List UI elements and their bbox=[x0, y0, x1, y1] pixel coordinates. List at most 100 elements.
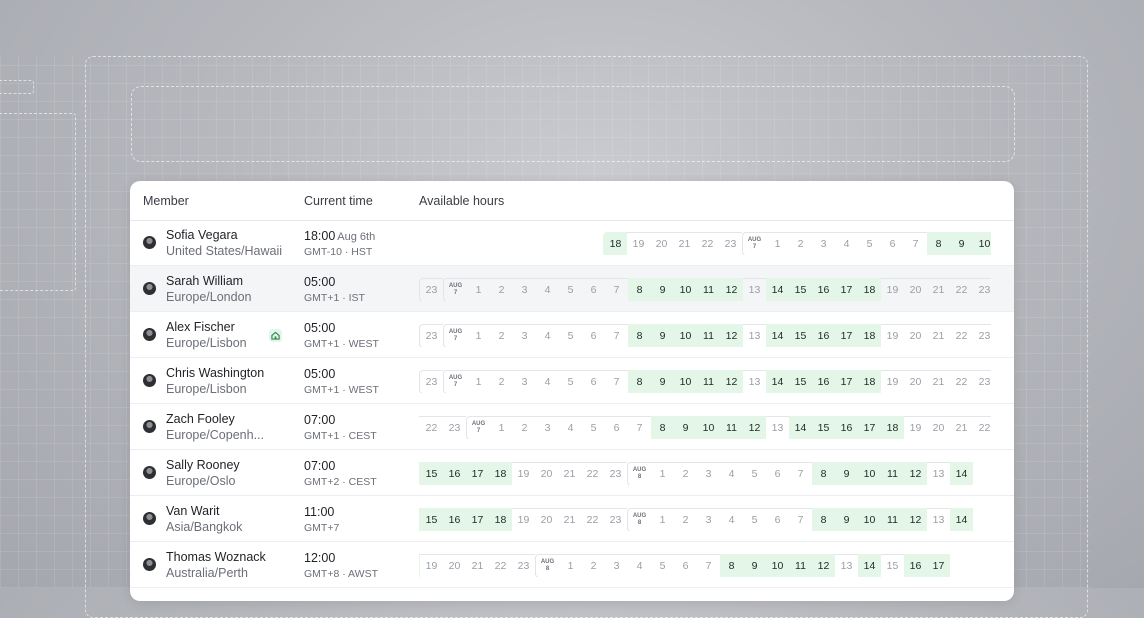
hour-slot[interactable]: 21 bbox=[927, 370, 950, 393]
hour-slot[interactable]: 6 bbox=[766, 462, 789, 485]
hour-slot[interactable]: 15 bbox=[881, 554, 904, 577]
hour-slot[interactable]: 19 bbox=[881, 278, 904, 301]
hour-slot[interactable]: 2 bbox=[490, 370, 513, 393]
hour-slot[interactable]: 12 bbox=[812, 554, 835, 577]
hour-slot[interactable]: 19 bbox=[881, 324, 904, 347]
hour-slot[interactable]: 5 bbox=[743, 462, 766, 485]
hour-slot[interactable]: 14 bbox=[766, 370, 789, 393]
hour-slot[interactable]: 7 bbox=[904, 232, 927, 255]
hour-slot[interactable]: 11 bbox=[789, 554, 812, 577]
hour-slot[interactable]: 20 bbox=[443, 554, 466, 577]
hour-slot[interactable]: 14 bbox=[858, 554, 881, 577]
hour-slot[interactable]: 6 bbox=[582, 324, 605, 347]
hour-slot[interactable]: 2 bbox=[674, 462, 697, 485]
hour-slot[interactable]: 2 bbox=[674, 508, 697, 531]
hour-slot[interactable]: 12 bbox=[720, 324, 743, 347]
hour-slot[interactable]: 13 bbox=[743, 324, 766, 347]
hour-slot[interactable]: 22 bbox=[950, 324, 973, 347]
hour-slot[interactable]: 2 bbox=[490, 324, 513, 347]
hours-strip[interactable]: 23 AUG 7 1 2 3 4 5 6 7 8 9 10 11 12 13 14 15 16 17 18 19 20 21 2… bbox=[419, 323, 991, 347]
member-row[interactable]: Alex Fischer Europe/Lisbon 05:00 GMT+1 · WE… bbox=[130, 312, 1014, 358]
hour-slot[interactable]: 8 bbox=[812, 508, 835, 531]
member-row[interactable]: Chris Washington Europe/Lisbon 05:00 GMT+1 … bbox=[130, 358, 1014, 404]
date-marker[interactable]: AUG 8 bbox=[627, 508, 651, 531]
hour-slot[interactable]: 12 bbox=[720, 370, 743, 393]
hour-slot[interactable]: 16 bbox=[812, 370, 835, 393]
hour-slot[interactable]: 18 bbox=[858, 324, 881, 347]
hour-slot[interactable]: 16 bbox=[904, 554, 927, 577]
hour-slot[interactable]: 9 bbox=[651, 278, 674, 301]
hours-strip[interactable]: 212223AUG7123456789101112131415161718192… bbox=[419, 415, 991, 439]
hour-slot[interactable]: 23 bbox=[419, 324, 443, 347]
hour-slot[interactable]: 20 bbox=[535, 462, 558, 485]
hour-slot[interactable]: 14 bbox=[950, 508, 973, 531]
hour-slot[interactable]: 18 bbox=[603, 232, 627, 255]
hour-slot[interactable]: 5 bbox=[559, 324, 582, 347]
member-row[interactable]: Sally Rooney Europe/Oslo 07:00 GMT+2 · CEST… bbox=[130, 450, 1014, 496]
hour-slot[interactable]: 20 bbox=[650, 232, 673, 255]
hour-slot[interactable]: 7 bbox=[605, 324, 628, 347]
hour-slot[interactable]: 22 bbox=[696, 232, 719, 255]
hour-slot[interactable]: 7 bbox=[605, 278, 628, 301]
hour-slot[interactable]: 3 bbox=[605, 554, 628, 577]
hour-slot[interactable]: 9 bbox=[674, 416, 697, 439]
hour-slot[interactable]: 10 bbox=[674, 324, 697, 347]
hour-slot[interactable]: 6 bbox=[674, 554, 697, 577]
hour-slot[interactable]: 13 bbox=[927, 462, 950, 485]
hours-strip[interactable]: 23 AUG 7 1 2 3 4 5 6 7 8 9 10 11 12 13 14 15 16 17 18 19 20 21 2… bbox=[419, 369, 991, 393]
hour-slot[interactable]: 22 bbox=[581, 508, 604, 531]
hour-slot[interactable]: 13 bbox=[743, 278, 766, 301]
hour-slot[interactable]: 4 bbox=[835, 232, 858, 255]
hour-slot[interactable]: 13 bbox=[743, 370, 766, 393]
hour-slot[interactable]: 21 bbox=[673, 232, 696, 255]
hour-slot[interactable]: 23 bbox=[719, 232, 742, 255]
hour-slot[interactable]: 15 bbox=[789, 324, 812, 347]
date-marker[interactable]: AUG 7 bbox=[443, 278, 467, 301]
hour-slot[interactable]: 9 bbox=[835, 508, 858, 531]
hour-slot[interactable]: 7 bbox=[789, 508, 812, 531]
hour-slot[interactable]: 15 bbox=[420, 508, 443, 531]
hour-slot[interactable]: 19 bbox=[512, 462, 535, 485]
hour-slot[interactable]: 4 bbox=[536, 324, 559, 347]
hour-slot[interactable]: 3 bbox=[513, 278, 536, 301]
hour-slot[interactable]: 21 bbox=[927, 278, 950, 301]
hour-slot[interactable]: 20 bbox=[904, 324, 927, 347]
hour-slot[interactable]: 4 bbox=[720, 508, 743, 531]
hour-slot[interactable]: 10 bbox=[674, 370, 697, 393]
hour-slot[interactable]: 9 bbox=[651, 324, 674, 347]
hour-slot[interactable]: 1 bbox=[467, 278, 490, 301]
hour-slot[interactable]: 23 bbox=[973, 370, 991, 393]
hour-slot[interactable]: 17 bbox=[835, 278, 858, 301]
hour-slot[interactable]: 18 bbox=[858, 278, 881, 301]
hours-strip[interactable]: 181920212223AUG7123456789101112131415161… bbox=[419, 231, 991, 255]
hour-slot[interactable]: 14 bbox=[789, 416, 812, 439]
hour-slot[interactable]: 5 bbox=[858, 232, 881, 255]
hour-slot[interactable]: 3 bbox=[513, 324, 536, 347]
hour-slot[interactable]: 14 bbox=[766, 324, 789, 347]
hour-slot[interactable]: 14 bbox=[766, 278, 789, 301]
hour-slot[interactable]: 4 bbox=[536, 370, 559, 393]
member-row[interactable]: Zach Fooley Europe/Copenh... 07:00 GMT+1 · … bbox=[130, 404, 1014, 450]
hour-slot[interactable]: 7 bbox=[628, 416, 651, 439]
hour-slot[interactable]: 17 bbox=[835, 324, 858, 347]
hour-slot[interactable]: 17 bbox=[858, 416, 881, 439]
hour-slot[interactable]: 4 bbox=[559, 416, 582, 439]
hour-slot[interactable]: 10 bbox=[858, 462, 881, 485]
hour-slot[interactable]: 15 bbox=[789, 370, 812, 393]
date-marker[interactable]: AUG 7 bbox=[742, 232, 766, 255]
hour-slot[interactable]: 22 bbox=[581, 462, 604, 485]
hour-slot[interactable]: 5 bbox=[582, 416, 605, 439]
date-marker[interactable]: AUG 8 bbox=[627, 462, 651, 485]
hour-slot[interactable]: 17 bbox=[835, 370, 858, 393]
hour-slot[interactable]: 16 bbox=[443, 462, 466, 485]
hour-slot[interactable]: 13 bbox=[927, 508, 950, 531]
hour-slot[interactable]: 15 bbox=[812, 416, 835, 439]
hour-slot[interactable]: 16 bbox=[812, 278, 835, 301]
hour-slot[interactable]: 1 bbox=[766, 232, 789, 255]
hour-slot[interactable]: 10 bbox=[973, 232, 991, 255]
hour-slot[interactable]: 19 bbox=[420, 554, 443, 577]
hour-slot[interactable]: 1 bbox=[467, 324, 490, 347]
hour-slot[interactable]: 1 bbox=[467, 370, 490, 393]
hour-slot[interactable]: 23 bbox=[512, 554, 535, 577]
hour-slot[interactable]: 11 bbox=[720, 416, 743, 439]
